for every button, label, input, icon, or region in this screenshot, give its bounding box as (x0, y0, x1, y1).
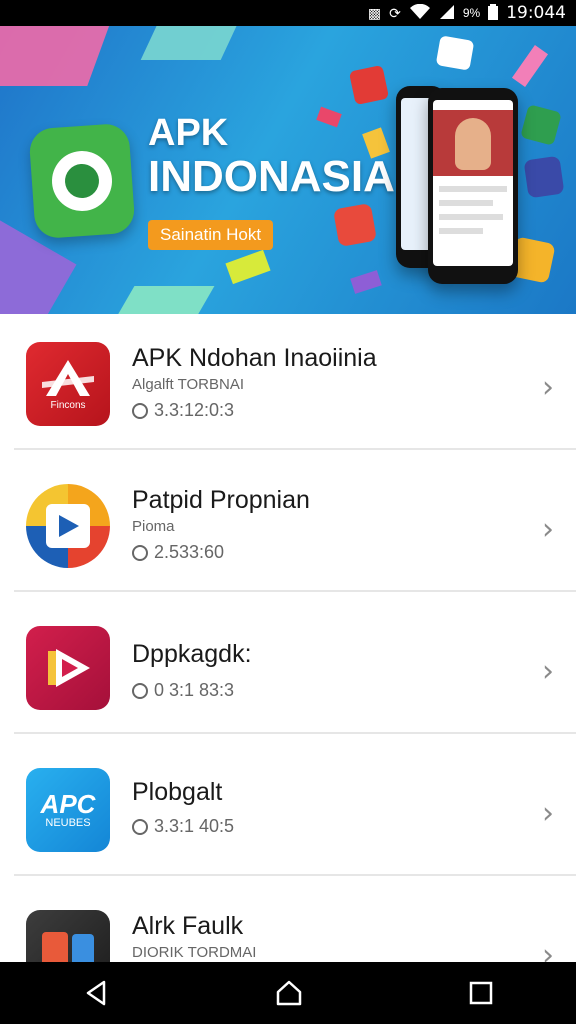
app-subtitle: Pioma (132, 518, 175, 535)
decor-shape (350, 270, 382, 294)
app-name: APK Ndohan Inaoiinia (132, 344, 377, 372)
list-item[interactable]: Fincons APK Ndohan Inaoiinia Algalft TOR… (0, 314, 576, 450)
app-icon (26, 626, 110, 710)
app-name: Alrk Faulk (132, 912, 244, 940)
play-icon (48, 649, 90, 687)
sync-icon: ⟳ (389, 4, 401, 21)
app-icon (26, 910, 110, 962)
hero-banner[interactable]: APK INDONASIA Sainatin Hokt (0, 26, 576, 314)
divider (14, 874, 576, 876)
app-meta: 3.3:12:0:3 (132, 400, 234, 421)
list-item[interactable]: Alrk Faulk DIORIK TORDMAI › (0, 882, 576, 962)
play-icon (46, 504, 90, 548)
decor-shape (0, 26, 113, 86)
home-icon[interactable] (274, 979, 304, 1007)
notification-icon: ▩ (367, 4, 382, 21)
clock: 19:044 (506, 3, 566, 23)
clock-icon (132, 682, 148, 699)
decor-shape (140, 26, 240, 60)
decor-shape (523, 155, 565, 199)
recents-icon[interactable] (468, 980, 494, 1006)
chevron-right-icon: › (542, 512, 554, 547)
app-name: Dppkagdk: (132, 640, 252, 668)
divider (14, 590, 576, 592)
back-icon[interactable] (82, 979, 110, 1007)
battery-icon (488, 3, 499, 23)
decor-shape (520, 104, 562, 146)
app-meta: 2.533:60 (132, 542, 224, 563)
status-bar: ▩ ⟳ 9% 19:044 (0, 0, 576, 26)
battery-percent: 9% (462, 6, 481, 20)
clock-icon (132, 402, 148, 419)
chevron-right-icon: › (542, 938, 554, 962)
app-subtitle: DIORIK TORDMAI (132, 944, 257, 961)
app-logo-icon (28, 122, 136, 240)
app-list: Fincons APK Ndohan Inaoiinia Algalft TOR… (0, 314, 576, 962)
phone-mockup-front (428, 88, 518, 284)
phone-icon (42, 932, 68, 962)
decor-shape (332, 202, 378, 248)
app-icon (26, 484, 110, 568)
banner-tagline: Sainatin Hokt (148, 220, 274, 250)
decor-shape (435, 35, 475, 71)
clock-icon (132, 818, 148, 835)
list-item[interactable]: APC NEUBES Plobgalt 3.3:1 40:5 › (0, 740, 576, 876)
decor-shape (225, 249, 271, 285)
chevron-right-icon: › (542, 796, 554, 831)
banner-title: APK INDONASIA (148, 112, 395, 201)
app-icon: APC NEUBES (26, 768, 110, 852)
divider (14, 448, 576, 450)
app-icon: Fincons (26, 342, 110, 426)
list-item[interactable]: Dppkagdk: 0 3:1 83:3 › (0, 598, 576, 734)
app-meta: 3.3:1 40:5 (132, 816, 234, 837)
decor-shape (511, 45, 549, 87)
signal-icon (439, 4, 455, 23)
letter-a-icon (42, 359, 94, 396)
wifi-icon (409, 3, 431, 23)
chevron-right-icon: › (542, 370, 554, 405)
app-meta: 0 3:1 83:3 (132, 680, 234, 701)
divider (14, 732, 576, 734)
app-name: Patpid Propnian (132, 486, 310, 514)
chevron-right-icon: › (542, 654, 554, 689)
decor-shape (348, 64, 390, 106)
decor-shape (105, 286, 215, 314)
clock-icon (132, 544, 148, 561)
app-subtitle: Algalft TORBNAI (132, 376, 244, 393)
list-item[interactable]: Patpid Propnian Pioma 2.533:60 › (0, 456, 576, 592)
navigation-bar (0, 962, 576, 1024)
app-name: Plobgalt (132, 778, 223, 806)
